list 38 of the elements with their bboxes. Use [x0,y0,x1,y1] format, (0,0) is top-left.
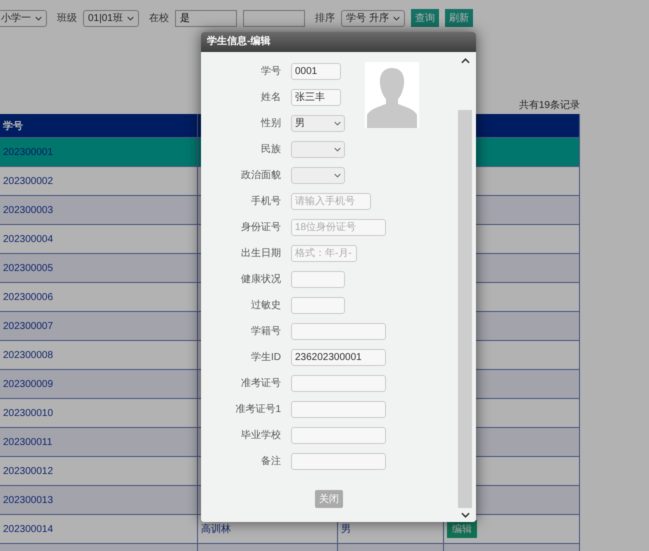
filter-label: 排序 [315,12,335,25]
field-label: 性别 [260,116,282,130]
table-cell: 202300001 [3,146,54,158]
table-cell-text: 男 [341,523,351,536]
field-label: 健康状况 [240,272,282,286]
table-cell: 202300010 [3,408,54,418]
table-cell: 202300003 [3,204,54,216]
table-cell: 202300011 [3,436,52,448]
field-label: 身份证号 [240,221,282,234]
table-cell-text: 高训林 [201,522,231,536]
field-label: 学生ID [250,350,282,364]
dialog-title: 学生信息-编辑 [201,32,476,52]
filter-label: 在校 [149,12,169,25]
table-cell: 202300006 [3,292,54,302]
field-label: 手机号 [250,194,282,208]
field-label: 学号 [260,65,282,78]
field-label: 毕业学校 [240,428,282,442]
field-label: 过敏史 [250,298,282,312]
table-cell: 202300008 [3,350,54,360]
table-cell: 202300013 [3,494,54,506]
table-cell: 202300004 [3,234,54,244]
table-cell: 202300002 [3,176,54,186]
field-label: 出生日期 [240,246,282,260]
record-count: 共有19条记录 [518,98,580,112]
field-label: 准考证号1 [234,402,282,416]
column-header: 学号 [0,114,198,137]
filter-label: 班级 [57,12,77,25]
table-cell: 202300014 [3,524,54,534]
table-cell: 202300012 [3,466,54,476]
field-label: 准考证号 [240,376,282,390]
field-label: 民族 [260,142,282,156]
field-label: 备注 [260,454,282,468]
field-label: 学籍号 [250,325,282,338]
table-cell: 202300009 [3,378,54,390]
table-cell: 202300005 [3,262,54,274]
field-label: 姓名 [260,91,282,104]
field-label: 政治面貌 [240,169,282,182]
table-cell: 202300007 [3,320,54,332]
